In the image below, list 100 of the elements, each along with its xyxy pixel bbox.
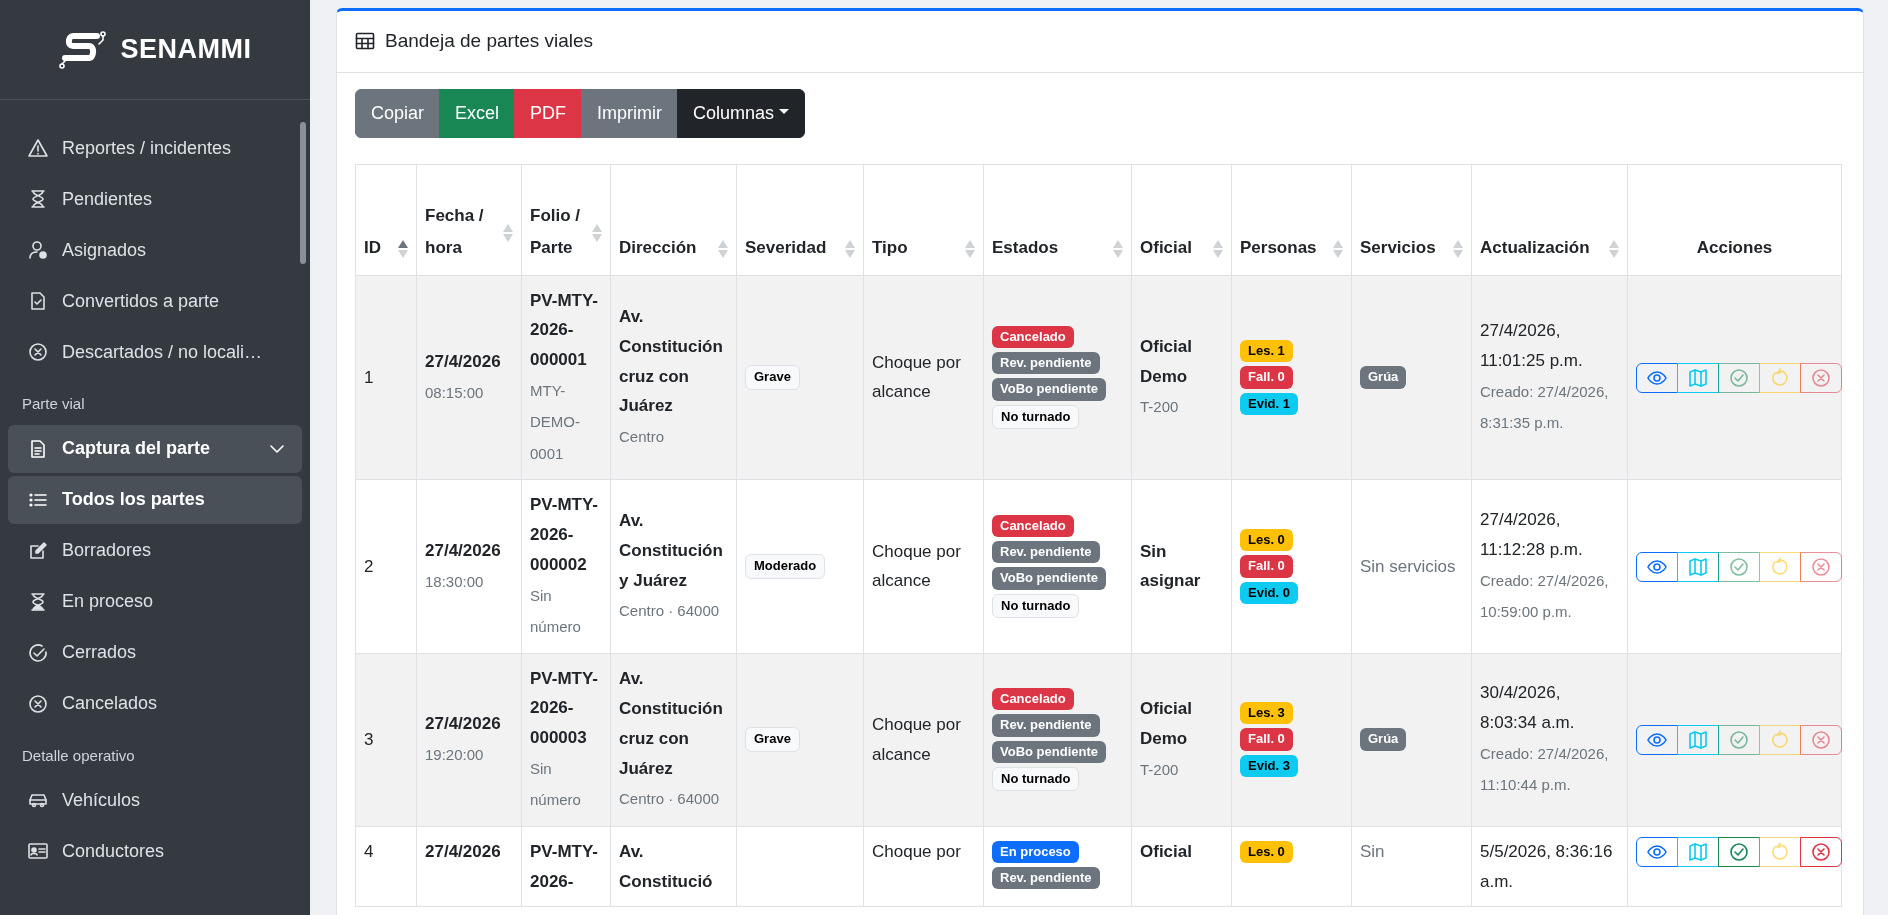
count-tag: Evid. 0 — [1240, 581, 1298, 604]
type-text: Choque por alcance — [872, 351, 962, 404]
sidebar-item[interactable]: Reportes / incidentes — [8, 124, 302, 172]
map-button[interactable] — [1677, 362, 1719, 393]
x-circle-icon — [1811, 367, 1831, 388]
x-circle-icon — [28, 342, 48, 362]
column-header[interactable]: Dirección — [610, 164, 737, 275]
column-header[interactable]: Severidad — [736, 164, 864, 275]
map-button[interactable] — [1677, 837, 1719, 868]
created-text: Creado: 27/4/2026, 10:59:00 p.m. — [1480, 570, 1610, 623]
column-header[interactable]: ID — [355, 164, 417, 275]
time-text: 18:30:00 — [425, 571, 485, 592]
warning-icon — [28, 138, 48, 158]
sidebar-item[interactable]: Convertidos a parte — [8, 277, 302, 325]
sidebar-item[interactable]: Asignados — [8, 226, 302, 274]
column-header[interactable]: Fecha / hora — [416, 164, 522, 275]
refresh-icon — [1770, 556, 1790, 577]
view-button[interactable] — [1636, 362, 1678, 393]
row-id: 1 — [364, 367, 374, 387]
view-button[interactable] — [1636, 724, 1678, 755]
created-text: Creado: 27/4/2026, 11:10:44 p.m. — [1480, 743, 1610, 796]
date-text: 27/4/2026 — [425, 350, 502, 373]
address-text: Av. Constitución cruz con Juárez — [619, 306, 724, 418]
hourglass-icon — [28, 591, 48, 612]
section-heading: Parte vial — [21, 394, 86, 414]
map-button[interactable] — [1677, 551, 1719, 582]
sidebar-item[interactable]: Cerrados — [8, 628, 302, 677]
view-button[interactable] — [1636, 837, 1678, 868]
services-text: Sin servicios — [1360, 555, 1457, 578]
severity-tag: Grave — [745, 727, 800, 752]
status-tag: Rev. pendiente — [992, 714, 1100, 737]
date-text: 27/4/2026 — [425, 713, 502, 735]
map-icon — [1688, 556, 1708, 577]
folio-note: Sin número — [530, 758, 582, 811]
sidebar-item[interactable]: En proceso — [8, 577, 302, 626]
folio-text: PV-MTY-2026-000001 — [530, 289, 599, 371]
check-circle-icon — [28, 642, 48, 663]
columns-dropdown[interactable]: Columnas — [677, 88, 805, 138]
date-text: 27/4/2026 — [425, 539, 502, 562]
officer-id: T-200 — [1140, 759, 1180, 780]
map-button[interactable] — [1677, 724, 1719, 755]
cancel-button[interactable] — [1800, 837, 1842, 868]
sort-icon — [1333, 238, 1343, 259]
sort-icon — [1113, 238, 1123, 259]
status-tag: En proceso — [992, 840, 1079, 864]
service-tag: Grúa — [1360, 728, 1407, 751]
check-circle-icon — [1729, 729, 1749, 750]
status-tag: VoBo pendiente — [992, 740, 1106, 763]
column-header[interactable]: Actualización — [1471, 164, 1628, 275]
officer-name: Oficial Demo — [1140, 335, 1193, 388]
sidebar-item[interactable]: Pendientes — [8, 175, 302, 223]
count-tag: Fall. 0 — [1240, 555, 1293, 578]
sidebar-item[interactable]: Borradores — [8, 526, 302, 575]
sidebar-item[interactable]: Vehículos — [8, 776, 302, 824]
edit-icon — [28, 540, 48, 561]
count-tag: Les. 1 — [1240, 339, 1293, 363]
date-text: 27/4/2026 — [425, 840, 502, 863]
count-tag: Les. 0 — [1240, 840, 1293, 864]
status-tag: Cancelado — [992, 514, 1074, 538]
officer-id: T-200 — [1140, 397, 1180, 418]
count-tag: Les. 3 — [1240, 702, 1293, 725]
sidebar-item[interactable]: Cancelados — [8, 679, 302, 728]
sidebar-item[interactable]: Conductores — [8, 827, 302, 875]
sidebar-item[interactable]: Todos los partes — [8, 475, 302, 524]
folio-note: Sin número — [530, 585, 582, 637]
export-button[interactable]: Excel — [439, 88, 516, 138]
count-tag: Evid. 1 — [1240, 392, 1298, 415]
column-header[interactable]: Oficial — [1131, 164, 1232, 275]
folio-text: PV-MTY-2026-000002 — [530, 494, 599, 576]
check-circle-icon — [1729, 556, 1749, 577]
services-text: Sin — [1360, 840, 1386, 863]
column-header[interactable]: Servicios — [1351, 164, 1472, 275]
service-tag: Grúa — [1360, 366, 1407, 389]
address-note: Centro · 64000 — [619, 789, 721, 810]
table-icon — [355, 31, 375, 52]
document-check-icon — [28, 291, 48, 311]
status-tag: Rev. pendiente — [992, 541, 1100, 564]
card-title: Bandeja de partes viales — [385, 29, 594, 53]
export-button[interactable]: Imprimir — [581, 88, 679, 138]
sort-icon — [718, 238, 728, 259]
severity-tag: Grave — [745, 365, 800, 390]
view-button[interactable] — [1636, 551, 1678, 582]
sort-icon — [845, 238, 855, 259]
approve-button[interactable] — [1718, 837, 1760, 868]
folio-note: MTY-DEMO-0001 — [530, 380, 581, 464]
column-header[interactable]: Tipo — [863, 164, 984, 275]
sidebar-item[interactable]: Descartados / no locali… — [8, 328, 302, 376]
column-header[interactable]: Personas — [1231, 164, 1352, 275]
map-icon — [1688, 729, 1708, 750]
sort-icon — [1213, 238, 1223, 259]
sort-icon — [503, 222, 513, 243]
sidebar-item[interactable]: Captura del parte — [8, 424, 302, 473]
export-button[interactable]: PDF — [514, 88, 583, 138]
status-tag: Cancelado — [992, 325, 1074, 349]
column-header[interactable]: Folio / Parte — [521, 164, 611, 275]
column-header[interactable]: Estados — [983, 164, 1132, 275]
severity-tag: Moderado — [745, 554, 826, 579]
scrollbar-thumb[interactable] — [300, 122, 306, 264]
export-button[interactable]: Copiar — [355, 88, 441, 138]
x-circle-icon — [1811, 729, 1831, 750]
